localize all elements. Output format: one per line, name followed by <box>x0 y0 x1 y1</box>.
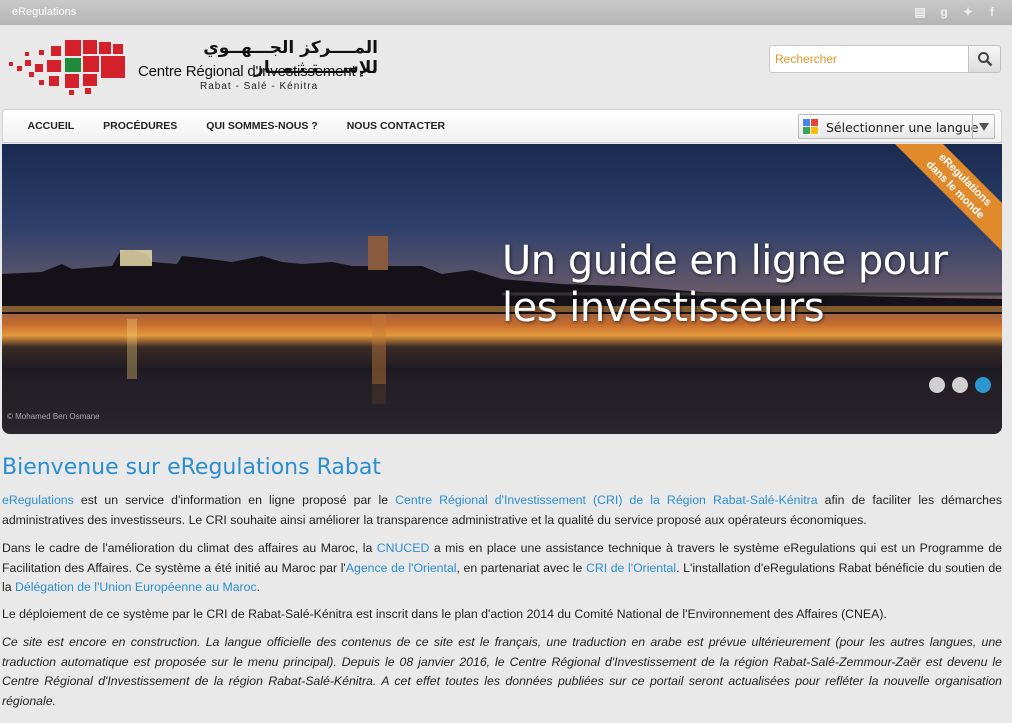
p2-text-3: , en partenariat avec le <box>456 560 586 575</box>
logo-mosaic-icon <box>9 40 125 95</box>
facebook-icon[interactable]: f <box>984 4 1000 20</box>
cri-region-link[interactable]: Centre Régional d'Investissement (CRI) d… <box>395 493 817 507</box>
search-icon <box>977 52 992 67</box>
chevron-down-icon <box>972 115 994 138</box>
context-paragraph: Dans le cadre de l'amélioration du clima… <box>2 539 1002 598</box>
hero-caption: Un guide en ligne pour les investisseurs <box>502 238 948 332</box>
page-title: Bienvenue sur eRegulations Rabat <box>2 455 381 480</box>
social-links: ▤ g ✦ f <box>912 4 1000 20</box>
search-button[interactable] <box>968 45 1001 73</box>
deployment-paragraph: Le déploiement de ce système par le CRI … <box>2 607 887 621</box>
p2-text-5: . <box>256 580 261 594</box>
hero-caption-line-1: Un guide en ligne pour <box>502 238 948 284</box>
nav-item-qui-sommes-nous[interactable]: QUI SOMMES-NOUS ? <box>192 110 332 143</box>
slider-dot-1[interactable] <box>929 377 945 393</box>
nav-item-nous-contacter[interactable]: NOUS CONTACTER <box>332 110 459 143</box>
language-select[interactable]: Sélectionner une langue <box>798 114 995 139</box>
search-input[interactable] <box>769 45 968 73</box>
construction-notice: Ce site est encore en construction. La l… <box>2 635 1002 708</box>
top-bar-brand: eRegulations <box>12 6 77 18</box>
logo-subtitle: Rabat - Salé - Kénitra <box>200 81 319 92</box>
slider-dots <box>929 377 991 393</box>
twitter-icon[interactable]: ✦ <box>960 4 976 20</box>
nav-item-procedures[interactable]: PROCÉDURES <box>89 110 192 143</box>
intro-paragraph: eRegulations est un service d'informatio… <box>2 491 1002 530</box>
slider-dot-3[interactable] <box>975 377 991 393</box>
google-translate-icon <box>802 118 819 135</box>
language-select-label: Sélectionner une langue <box>826 120 979 135</box>
search-box <box>769 45 1001 73</box>
top-bar: eRegulations ▤ g ✦ f <box>0 0 1012 25</box>
main-content: Bienvenue sur eRegulations Rabat eRegula… <box>2 455 1002 708</box>
delegation-ue-link[interactable]: Délégation de l'Union Européenne au Maro… <box>15 580 257 594</box>
hero-caption-line-2: les investisseurs <box>502 285 825 331</box>
hero-banner: Un guide en ligne pour les investisseurs… <box>2 144 1002 434</box>
site-logo[interactable]: المــــركز الجـــهــوي للإســــتـثـمــار… <box>5 38 380 96</box>
slider-dot-2[interactable] <box>952 377 968 393</box>
agence-oriental-link[interactable]: Agence de l'Oriental <box>346 561 457 575</box>
print-icon[interactable]: ▤ <box>912 4 928 20</box>
google-icon[interactable]: g <box>936 4 952 20</box>
p2-text-1: Dans le cadre de l'amélioration du clima… <box>2 541 377 555</box>
cnuced-link[interactable]: CNUCED <box>377 541 430 555</box>
nav-item-accueil[interactable]: ACCUEIL <box>13 110 89 143</box>
photo-credit: © Mohamed Ben Osmane <box>7 412 100 421</box>
logo-french-text: Centre Régional d'Investissement <box>138 63 356 80</box>
cri-oriental-link[interactable]: CRI de l'Oriental <box>586 561 676 575</box>
eregulations-link[interactable]: eRegulations <box>2 493 74 507</box>
p1-text-1: est un service d'information en ligne pr… <box>73 493 396 507</box>
